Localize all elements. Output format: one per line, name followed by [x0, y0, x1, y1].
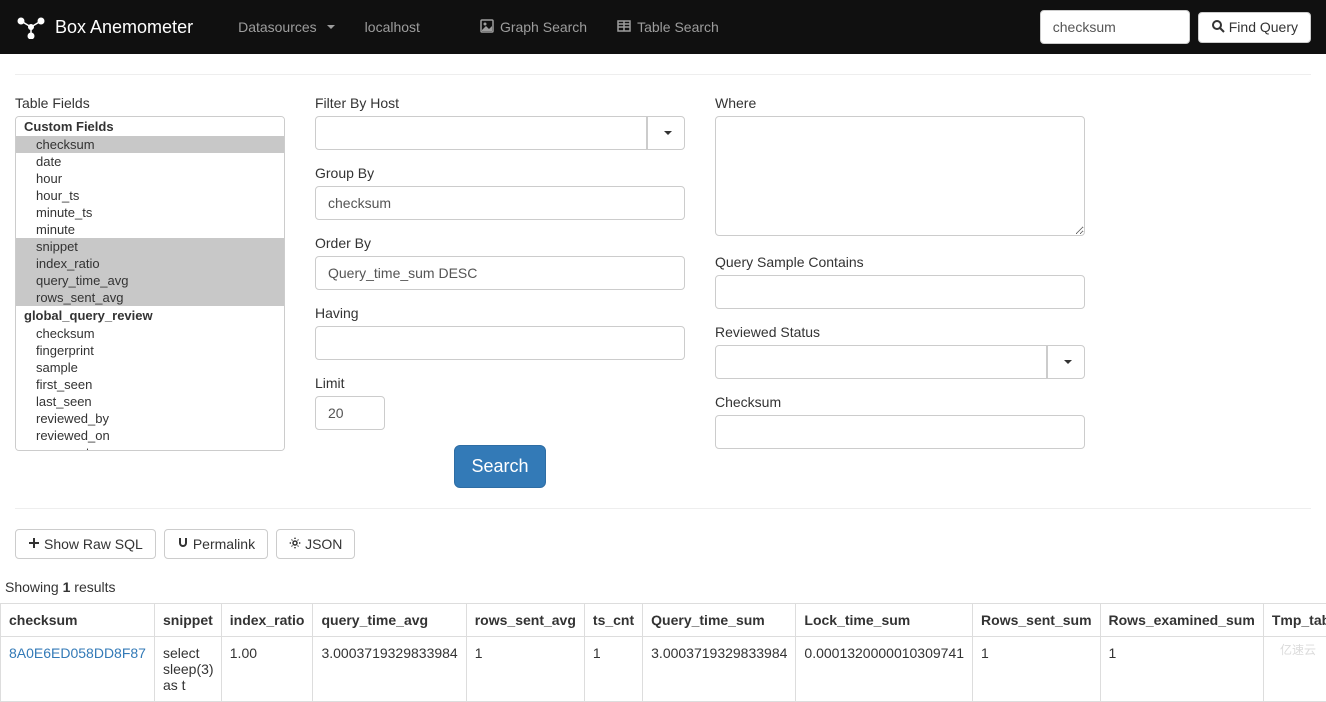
limit-label: Limit: [315, 375, 685, 391]
reviewed-status-dropdown-button[interactable]: [1047, 345, 1085, 379]
gear-icon: [289, 536, 301, 552]
image-icon: [480, 19, 494, 36]
field-option[interactable]: hour: [16, 170, 284, 187]
order-by-label: Order By: [315, 235, 685, 251]
column-header[interactable]: index_ratio: [221, 604, 313, 637]
query-sample-contains-label: Query Sample Contains: [715, 254, 1085, 270]
filter-by-host-label: Filter By Host: [315, 95, 685, 111]
field-option[interactable]: first_seen: [16, 376, 284, 393]
group-by-label: Group By: [315, 165, 685, 181]
plus-icon: [28, 536, 40, 552]
brand-link[interactable]: Box Anemometer: [15, 0, 208, 54]
column-header[interactable]: Query_time_sum: [643, 604, 796, 637]
brand-text: Box Anemometer: [55, 17, 193, 38]
where-label: Where: [715, 95, 1085, 111]
caret-down-icon: [1064, 360, 1072, 364]
column-header[interactable]: snippet: [154, 604, 221, 637]
table-row: 8A0E6ED058DD8F87 select sleep(3) as t 1.…: [1, 637, 1326, 702]
field-option[interactable]: checksum: [16, 136, 284, 153]
checksum-input[interactable]: [715, 415, 1085, 449]
group-by-input[interactable]: [315, 186, 685, 220]
field-option[interactable]: reviewed_on: [16, 427, 284, 444]
optgroup-label: global_query_review: [16, 306, 284, 325]
nav-localhost[interactable]: localhost: [350, 4, 435, 50]
nav-links-right: Graph Search Table Search: [465, 4, 734, 51]
query-sample-contains-input[interactable]: [715, 275, 1085, 309]
json-button[interactable]: JSON: [276, 529, 355, 559]
nav-search-form: Find Query: [1040, 10, 1311, 44]
column-header[interactable]: rows_sent_avg: [466, 604, 584, 637]
field-option[interactable]: snippet: [16, 238, 284, 255]
column-header[interactable]: Rows_examined_sum: [1100, 604, 1263, 637]
field-option[interactable]: reviewed_by: [16, 410, 284, 427]
field-option[interactable]: date: [16, 153, 284, 170]
field-option[interactable]: query_time_avg: [16, 272, 284, 289]
filter-by-host-dropdown-button[interactable]: [647, 116, 685, 150]
having-input[interactable]: [315, 326, 685, 360]
checksum-label: Checksum: [715, 394, 1085, 410]
field-option[interactable]: sample: [16, 359, 284, 376]
nav-links: Datasources localhost: [223, 4, 435, 50]
checksum-link[interactable]: 8A0E6ED058DD8F87: [9, 645, 146, 661]
field-option[interactable]: last_seen: [16, 393, 284, 410]
anemometer-logo-icon: [15, 15, 47, 39]
cell-rows-sent-sum: 1: [973, 637, 1100, 702]
column-header[interactable]: ts_cnt: [584, 604, 642, 637]
filter-by-host-input[interactable]: [315, 116, 647, 150]
field-option[interactable]: index_ratio: [16, 255, 284, 272]
field-option[interactable]: comments: [16, 444, 284, 451]
magnet-icon: [177, 536, 189, 552]
cell-ts-cnt: 1: [584, 637, 642, 702]
caret-down-icon: [327, 25, 335, 29]
table-fields-label: Table Fields: [15, 95, 285, 111]
cell-rows-examined-sum: 1: [1100, 637, 1263, 702]
search-button[interactable]: Search: [454, 445, 545, 488]
where-textarea[interactable]: [715, 116, 1085, 236]
permalink-button[interactable]: Permalink: [164, 529, 268, 559]
column-header[interactable]: Tmp_table_sum: [1263, 604, 1326, 637]
field-option[interactable]: fingerprint: [16, 342, 284, 359]
field-option[interactable]: rows_sent_avg: [16, 289, 284, 306]
column-header[interactable]: Lock_time_sum: [796, 604, 973, 637]
field-option[interactable]: minute: [16, 221, 284, 238]
cell-rows-sent-avg: 1: [466, 637, 584, 702]
column-header[interactable]: query_time_avg: [313, 604, 466, 637]
table-fields-select[interactable]: Custom Fieldschecksumdatehourhour_tsminu…: [15, 116, 285, 451]
reviewed-status-input[interactable]: [715, 345, 1047, 379]
nav-table-search[interactable]: Table Search: [602, 4, 734, 51]
cell-snippet: select sleep(3) as t: [154, 637, 221, 702]
optgroup-label: Custom Fields: [16, 117, 284, 136]
limit-input[interactable]: [315, 396, 385, 430]
table-icon: [617, 19, 631, 36]
field-option[interactable]: checksum: [16, 325, 284, 342]
order-by-input[interactable]: [315, 256, 685, 290]
nav-graph-search[interactable]: Graph Search: [465, 4, 602, 51]
cell-query-time-sum: 3.0003719329833984: [643, 637, 796, 702]
column-header[interactable]: Rows_sent_sum: [973, 604, 1100, 637]
navbar: Box Anemometer Datasources localhost Gra…: [0, 0, 1326, 54]
show-raw-sql-button[interactable]: Show Raw SQL: [15, 529, 156, 559]
column-header[interactable]: checksum: [1, 604, 155, 637]
results-count: Showing 1 results: [0, 579, 1326, 595]
cell-index-ratio: 1.00: [221, 637, 313, 702]
nav-datasources[interactable]: Datasources: [223, 4, 350, 50]
having-label: Having: [315, 305, 685, 321]
search-icon: [1211, 19, 1225, 36]
checksum-search-input[interactable]: [1040, 10, 1190, 44]
cell-tmp-table-sum: [1263, 637, 1326, 702]
field-option[interactable]: hour_ts: [16, 187, 284, 204]
caret-down-icon: [664, 131, 672, 135]
cell-lock-time-sum: 0.0001320000010309741: [796, 637, 973, 702]
cell-query-time-avg: 3.0003719329833984: [313, 637, 466, 702]
reviewed-status-label: Reviewed Status: [715, 324, 1085, 340]
results-table: checksumsnippetindex_ratioquery_time_avg…: [0, 603, 1326, 702]
field-option[interactable]: minute_ts: [16, 204, 284, 221]
table-header-row: checksumsnippetindex_ratioquery_time_avg…: [1, 604, 1326, 637]
find-query-button[interactable]: Find Query: [1198, 12, 1311, 43]
